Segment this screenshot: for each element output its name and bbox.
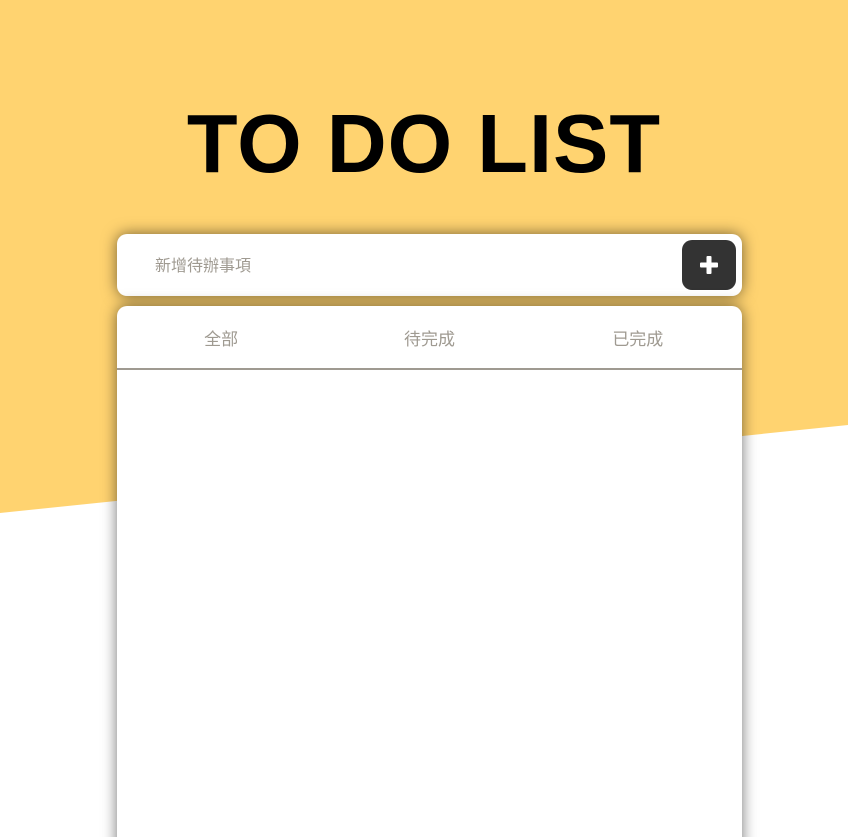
tab-all[interactable]: 全部 (117, 306, 325, 368)
page-title: TO DO LIST (186, 97, 662, 190)
new-todo-input[interactable] (155, 234, 675, 296)
tab-pending[interactable]: 待完成 (325, 306, 533, 368)
tab-completed[interactable]: 已完成 (534, 306, 742, 368)
todo-page: TO DO LIST 全部 待完成 已完成 (0, 0, 848, 837)
add-todo-form (117, 234, 742, 296)
plus-icon (700, 256, 718, 274)
filter-tabs: 全部 待完成 已完成 (117, 306, 742, 370)
todo-list-card: 全部 待完成 已完成 (117, 306, 742, 837)
add-todo-button[interactable] (682, 240, 736, 290)
